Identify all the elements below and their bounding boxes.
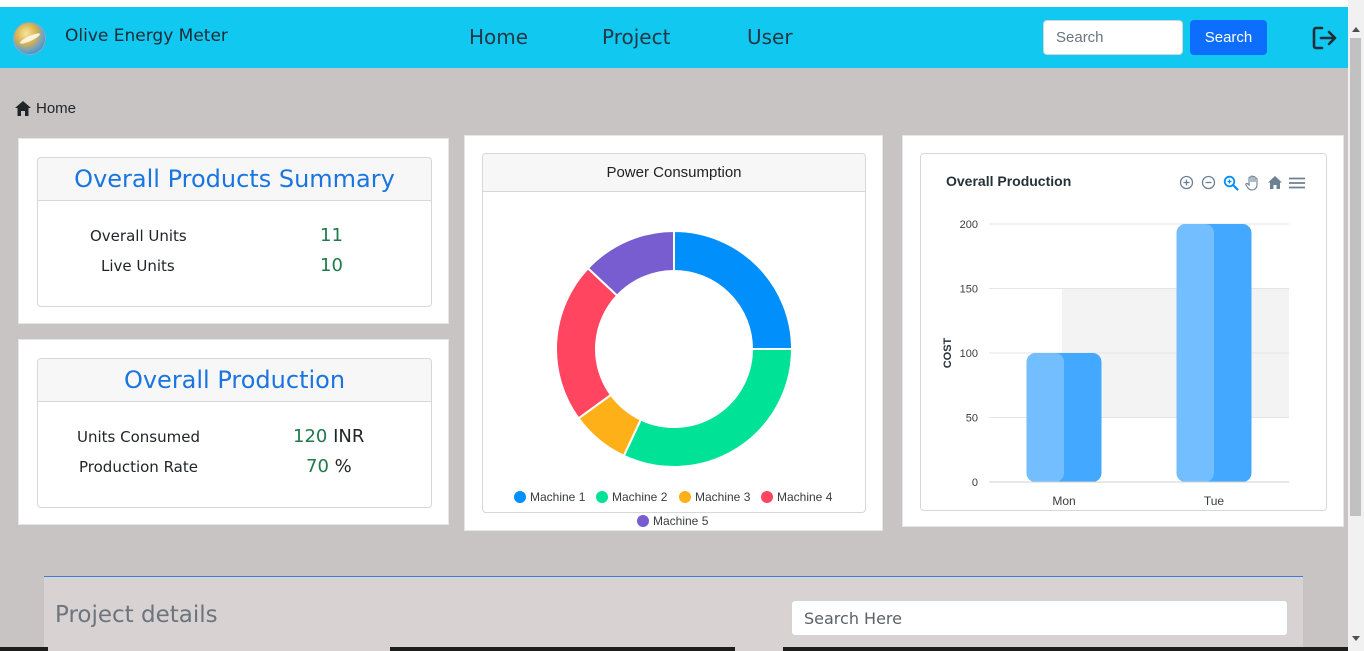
- legend-item-machine-4[interactable]: Machine 4: [761, 490, 832, 504]
- window-top-strip: [0, 0, 1364, 7]
- production-panel: Overall Production Units Consumed 120 IN…: [18, 339, 449, 525]
- project-details-title: Project details: [55, 602, 218, 628]
- nav-link-home[interactable]: Home: [469, 25, 528, 49]
- production-rate-value: 70 %: [306, 456, 352, 477]
- production-card-header: Overall Production: [38, 359, 431, 402]
- legend-label: Machine 2: [612, 490, 668, 504]
- brand-name[interactable]: Olive Energy Meter: [65, 26, 228, 46]
- legend-marker: [679, 491, 691, 503]
- home-icon[interactable]: [14, 100, 32, 117]
- production-bar-panel: Overall Production 0 50 100 150 200 COST…: [902, 135, 1344, 527]
- y-tick-label: 0: [972, 477, 978, 489]
- brand-logo[interactable]: [13, 22, 46, 55]
- power-card: Power Consumption Machine 1 Machine 2 Mach…: [482, 153, 866, 528]
- navbar-search-button[interactable]: Search: [1190, 20, 1267, 55]
- logout-icon[interactable]: [1311, 24, 1339, 52]
- x-tick-label: Tue: [1204, 494, 1225, 508]
- power-panel: Power Consumption Machine 1 Machine 2 Mach…: [464, 135, 883, 531]
- summary-panel: Overall Products Summary Overall Units 1…: [18, 138, 449, 324]
- legend-item-machine-1[interactable]: Machine 1: [514, 490, 585, 504]
- bottom-table-strip: [0, 647, 1348, 651]
- production-rate-label: Production Rate: [79, 458, 198, 476]
- breadcrumb: Home: [14, 100, 76, 117]
- units-consumed-value: 120 INR: [293, 426, 365, 447]
- breadcrumb-home[interactable]: Home: [36, 100, 76, 117]
- legend-item-machine-3[interactable]: Machine 3: [679, 490, 750, 504]
- live-units-value: 10: [320, 255, 343, 276]
- summary-card: Overall Products Summary Overall Units 1…: [37, 157, 432, 307]
- power-chart-title: Power Consumption: [606, 164, 742, 181]
- donut-slice-1[interactable]: [673, 229, 794, 350]
- production-card: Overall Production Units Consumed 120 IN…: [37, 358, 432, 508]
- legend-item-machine-2[interactable]: Machine 2: [596, 490, 667, 504]
- bar-mon[interactable]: [1026, 353, 1102, 482]
- scroll-down-arrow[interactable]: [1352, 636, 1360, 641]
- y-axis-label: COST: [942, 337, 954, 368]
- project-details-section: Project details: [44, 576, 1303, 651]
- donut-slice-4[interactable]: [555, 266, 619, 420]
- power-card-header: Power Consumption: [483, 154, 865, 192]
- production-bar-card: Overall Production 0 50 100 150 200 COST…: [920, 153, 1327, 511]
- y-tick-label: 50: [966, 413, 978, 425]
- legend-marker: [596, 491, 608, 503]
- project-search-input[interactable]: [791, 600, 1288, 636]
- y-tick-label: 100: [960, 348, 978, 360]
- navbar-search-input[interactable]: [1043, 20, 1183, 55]
- scroll-thumb[interactable]: [1350, 38, 1361, 516]
- power-donut-chart: [555, 229, 794, 468]
- y-tick-label: 150: [960, 284, 978, 296]
- dashboard-viewport: Olive Energy Meter Home Project User Sea…: [0, 0, 1348, 651]
- y-tick-label: 200: [960, 219, 978, 231]
- power-chart-legend: Machine 1 Machine 2 Machine 3 Machine 4 Mach…: [483, 490, 865, 536]
- units-consumed-unit: INR: [333, 426, 365, 447]
- overall-units-value: 11: [320, 225, 343, 246]
- nav-link-user[interactable]: User: [747, 25, 793, 49]
- live-units-label: Live Units: [101, 257, 175, 275]
- donut-slice-2[interactable]: [622, 348, 794, 468]
- nav-link-project[interactable]: Project: [602, 25, 670, 49]
- legend-item-machine-5[interactable]: Machine 5: [637, 514, 708, 528]
- legend-label: Machine 3: [695, 490, 751, 504]
- x-tick-label: Mon: [1052, 494, 1075, 508]
- production-rate-unit: %: [334, 456, 352, 477]
- bar-tue[interactable]: [1176, 224, 1252, 482]
- legend-marker: [637, 515, 649, 527]
- production-title: Overall Production: [123, 366, 346, 394]
- summary-title: Overall Products Summary: [74, 165, 395, 193]
- legend-label: Machine 1: [530, 490, 586, 504]
- navbar: Olive Energy Meter Home Project User Sea…: [0, 7, 1348, 68]
- legend-marker: [761, 491, 773, 503]
- legend-label: Machine 4: [777, 490, 833, 504]
- scroll-up-arrow[interactable]: [1352, 27, 1360, 32]
- units-consumed-label: Units Consumed: [77, 428, 200, 446]
- vertical-scrollbar[interactable]: [1348, 0, 1364, 651]
- production-bar-chart: 0 50 100 150 200 COST Mon Tue: [942, 219, 1289, 508]
- overall-units-label: Overall Units: [90, 227, 187, 245]
- legend-label: Machine 5: [653, 514, 709, 528]
- summary-card-header: Overall Products Summary: [38, 158, 431, 201]
- legend-marker: [514, 491, 526, 503]
